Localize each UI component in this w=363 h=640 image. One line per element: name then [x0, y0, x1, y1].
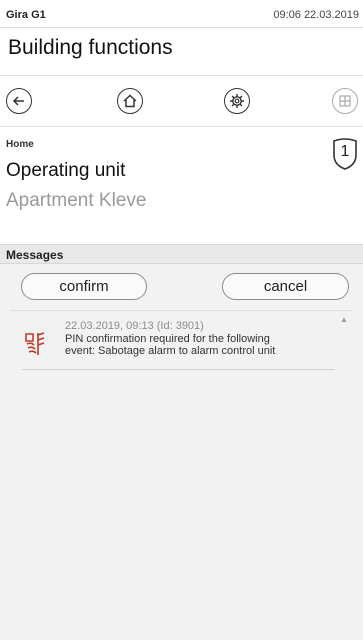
page-title: Operating unit — [6, 160, 126, 181]
divider — [22, 369, 335, 370]
message-text[interactable]: PIN confirmation required for the follow… — [65, 333, 335, 357]
status-bar: Gira G1 09:06 22.03.2019 — [0, 0, 363, 28]
cancel-button[interactable]: cancel — [222, 273, 349, 300]
alarm-sabotage-icon — [25, 332, 45, 355]
security-level-badge: 1 — [340, 143, 350, 160]
scroll-up-indicator[interactable]: ▲ — [340, 315, 348, 324]
message-line: event: Sabotage alarm to alarm control u… — [65, 345, 276, 357]
message-line: PIN confirmation required for the follow… — [65, 333, 270, 345]
divider — [0, 75, 363, 76]
nav-bar — [0, 84, 363, 118]
messages-header: Messages — [0, 245, 363, 264]
breadcrumb[interactable]: Home — [6, 139, 34, 150]
device-name: Gira G1 — [6, 9, 46, 21]
message-timestamp: 22.03.2019, 09:13 (Id: 3901) — [65, 320, 204, 332]
home-icon — [123, 94, 137, 108]
page-subtitle: Apartment Kleve — [6, 190, 147, 211]
divider — [0, 126, 363, 127]
divider — [10, 310, 353, 311]
home-button[interactable] — [117, 88, 143, 114]
grid-button[interactable] — [332, 88, 358, 114]
messages-panel: Messages confirm cancel ▲ 22.03.2019, 09… — [0, 244, 363, 640]
app-title: Building functions — [8, 36, 173, 59]
settings-button[interactable] — [224, 88, 250, 114]
back-arrow-icon — [12, 96, 24, 106]
confirm-button[interactable]: confirm — [21, 273, 147, 300]
status-datetime: 09:06 22.03.2019 — [273, 9, 359, 21]
back-button[interactable] — [6, 88, 32, 114]
gear-icon — [230, 94, 244, 108]
grid-icon — [339, 95, 351, 107]
messages-title: Messages — [6, 248, 64, 262]
